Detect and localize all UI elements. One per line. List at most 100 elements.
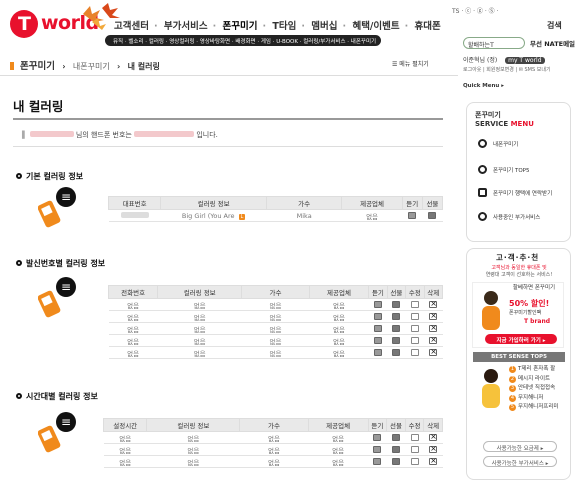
gift-icon[interactable]	[392, 312, 401, 320]
edit-icon[interactable]	[410, 300, 419, 308]
edit-icon[interactable]	[410, 348, 419, 356]
listen-icon[interactable]	[373, 433, 382, 441]
svg-text:≡: ≡	[61, 190, 71, 204]
best-sense-item-label: 안테넷 직접접속	[518, 385, 556, 391]
listen-icon[interactable]	[373, 312, 382, 320]
main-navigation: 고객센터 · 부가서비스 · 폰꾸미기 · T타임 · 멤버십 · 혜택/이벤트 · 휴대폰	[114, 21, 441, 32]
delete-icon[interactable]	[429, 335, 438, 344]
nate-mail-button[interactable]: 무선 NATE메일	[530, 38, 575, 48]
menu-expand-button[interactable]: ☰ 메뉴 펼치기	[392, 59, 429, 68]
sub-navigation-bar[interactable]: 뮤직 · 벨소리 · 컬러링 · 영상컬러링 · 영상바탕화면 · 배경화면 ·…	[105, 35, 381, 46]
available-services-button[interactable]: 사용가능한 부가서비스 ▸	[483, 456, 557, 467]
coloring-song-title[interactable]: Big Girl (You Are	[182, 212, 235, 220]
coloring-info-cell: 없음	[157, 310, 242, 323]
listen-icon[interactable]	[373, 324, 382, 332]
edit-icon[interactable]	[410, 312, 419, 320]
edit-icon[interactable]	[410, 433, 419, 441]
edit-icon[interactable]	[410, 445, 419, 453]
section-caller-coloring-title: 발신번호별 컬러링 정보	[16, 258, 105, 269]
best-sense-item[interactable]: 3 안테넷 직접접속	[509, 384, 558, 394]
listen-icon[interactable]	[373, 336, 382, 344]
delete-icon[interactable]	[429, 323, 438, 332]
nav-phone-decoration[interactable]: 폰꾸미기	[223, 21, 258, 32]
masked-phone-number	[134, 131, 195, 137]
gift-icon[interactable]	[391, 445, 400, 453]
listen-icon[interactable]	[373, 445, 382, 453]
edit-icon[interactable]	[410, 324, 419, 332]
edit-icon[interactable]	[410, 336, 419, 344]
tworld-logo-icon[interactable]	[10, 10, 38, 38]
edit-cell	[405, 298, 425, 311]
header-divider	[0, 75, 458, 76]
nav-membership[interactable]: 멤버십	[311, 21, 337, 32]
delete-icon[interactable]	[429, 311, 438, 320]
best-sense-item[interactable]: 4 무지해니저	[509, 394, 558, 404]
listen-cell	[402, 209, 423, 222]
gift-cell	[387, 310, 406, 323]
delete-icon[interactable]	[429, 299, 438, 308]
svg-text:≡: ≡	[61, 280, 71, 294]
available-plans-button[interactable]: 사용가능한 요금제 ▸	[483, 441, 557, 452]
gift-icon[interactable]	[391, 457, 400, 465]
number-cell: 없음	[108, 298, 158, 311]
provider-cell: 없음	[308, 443, 369, 456]
gift-icon[interactable]	[392, 336, 401, 344]
best-sense-item[interactable]: 2 메시지 라이트	[509, 375, 558, 385]
join-now-button[interactable]: 지금 가입하러 가기 ▸	[485, 334, 557, 344]
user-links[interactable]: 로그아웃 | 회원정보변경 | ✉ SMS 보내기	[463, 66, 573, 73]
artist-cell: 없음	[241, 346, 310, 359]
gift-icon[interactable]	[391, 433, 400, 441]
service-menu-item-active-services[interactable]: 사용중인 부가서비스	[478, 212, 540, 221]
edit-icon[interactable]	[410, 457, 419, 465]
bullet-icon: ▌	[22, 131, 28, 139]
breadcrumb-level1[interactable]: 폰꾸미기	[20, 61, 55, 72]
breadcrumb-level2[interactable]: 내폰꾸미기	[73, 62, 110, 71]
nav-mobile-phone[interactable]: 휴대폰	[415, 21, 441, 32]
service-menu-item-my-decor[interactable]: 내폰꾸미기	[478, 139, 518, 148]
nav-ttime[interactable]: T타임	[272, 21, 296, 32]
listen-icon[interactable]	[408, 211, 417, 219]
my-tworld-badge[interactable]: my T world	[505, 57, 545, 64]
user-info-box: 이준혁님 (정) my T world 로그아웃 | 회원정보변경 | ✉ SM…	[463, 55, 573, 89]
masked-user-name	[29, 131, 74, 137]
basic-coloring-table: 대표번호 컬러링 정보 가수 제공업체 듣기 선물 Big Girl (You …	[107, 196, 444, 222]
gift-icon[interactable]	[392, 300, 401, 308]
delete-icon[interactable]	[429, 347, 438, 356]
table-header-row: 전화번호 컬러링 정보 가수 제공업체 듣기 선물 수정 삭제	[107, 285, 444, 299]
best-sense-item-label: T제리 혼자폭 팔	[518, 366, 556, 372]
col-provider: 제공업체	[307, 418, 369, 432]
best-sense-item[interactable]: 1 T제리 혼자폭 팔	[509, 365, 558, 375]
col-delete: 삭제	[423, 285, 444, 299]
listen-icon[interactable]	[373, 348, 382, 356]
masked-main-number	[108, 209, 161, 222]
search-link[interactable]: 검색	[547, 20, 562, 31]
delete-icon[interactable]	[429, 456, 438, 465]
col-listen: 듣기	[401, 196, 423, 210]
listen-cell	[368, 346, 388, 359]
gift-icon[interactable]	[428, 211, 437, 219]
title-underline	[13, 118, 443, 120]
delete-icon[interactable]	[429, 432, 438, 441]
nav-additional-services[interactable]: 부가서비스	[164, 21, 208, 32]
delete-cell	[423, 431, 443, 444]
delete-icon[interactable]	[429, 444, 438, 453]
gift-icon[interactable]	[392, 324, 401, 332]
service-menu-title-2: SERVICE	[475, 120, 509, 128]
nav-customer-center[interactable]: 고객센터	[114, 21, 149, 32]
halin-button[interactable]: 할배하는T	[463, 37, 525, 49]
utility-links[interactable]: TS · ⓒ · ⓖ · Ⓢ ·	[452, 6, 498, 15]
listen-icon[interactable]	[373, 300, 382, 308]
section-caller-coloring-label: 발신번호별 컬러링 정보	[26, 259, 106, 268]
best-sense-item[interactable]: 5 무지해니저프리미	[509, 403, 558, 413]
nav-benefits-events[interactable]: 혜택/이벤트	[352, 21, 399, 32]
service-menu-item-event-notify[interactable]: 폰꾸미기 행택에 연락받기	[478, 188, 552, 197]
coloring-info-cell: 없음	[157, 298, 242, 311]
quick-menu-label[interactable]: Quick Menu ▸	[463, 83, 573, 89]
promo-text: 할베하면 폰꾸미기	[512, 285, 556, 291]
gift-icon[interactable]	[392, 348, 401, 356]
service-menu-item-top5[interactable]: 폰꾸미기 TOP5	[478, 165, 530, 174]
listen-cell	[368, 322, 388, 335]
clock-icon	[478, 212, 487, 221]
listen-icon[interactable]	[373, 457, 382, 465]
rank-badge: 2	[509, 375, 516, 383]
